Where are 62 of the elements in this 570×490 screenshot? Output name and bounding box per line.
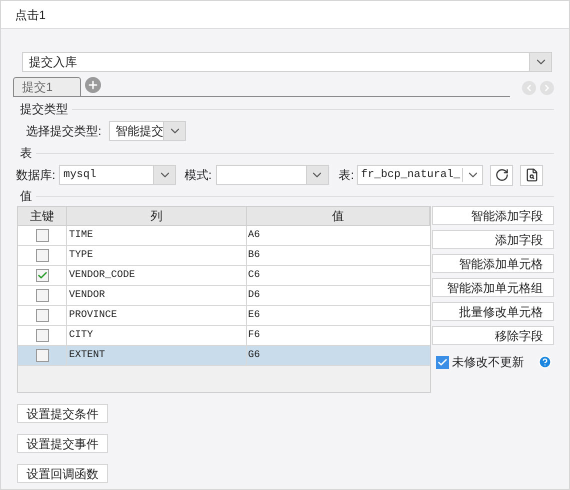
database-dropdown[interactable]: mysql [59,165,176,185]
column-header: 值 [247,207,430,225]
action-button[interactable]: 智能添加单元格组 [432,278,554,297]
preview-button[interactable] [520,164,544,186]
checkbox[interactable] [36,249,48,262]
refresh-button[interactable] [490,164,514,186]
section-heading: 提交类型 [20,101,68,118]
table-row[interactable]: VENDOR_CODE C6 [18,266,430,286]
checkbox[interactable] [36,289,48,302]
checkbox[interactable] [36,229,48,242]
checkbox[interactable] [36,309,48,322]
column-header: 主键 [18,207,67,225]
table-cell-text: G6 [247,349,262,363]
file-search-icon [524,168,539,182]
tab[interactable]: 提交1 [13,77,81,96]
table-cell: PROVINCE [67,306,247,325]
action-button[interactable]: 添加字段 [432,230,554,249]
action-button[interactable]: 智能添加单元格 [432,254,554,273]
checkbox[interactable] [36,269,48,282]
table-cell: EXTENT [67,346,247,365]
checkbox[interactable] [36,349,48,362]
table-cell: VENDOR_CODE [67,266,247,285]
field-label: 表: [338,167,354,184]
field-label: 选择提交类型: [26,123,102,140]
table-row[interactable]: VENDOR D6 [18,286,430,306]
column-header: 列 [67,207,247,225]
action-button[interactable]: 批量修改单元格 [432,302,554,321]
submit-type-dropdown[interactable]: 智能提交 [109,121,186,141]
table-cell: TYPE [67,246,247,265]
table-cell: VENDOR [67,286,247,305]
add-tab-icon[interactable] [85,77,101,93]
section-heading: 值 [20,188,32,205]
settings-button[interactable]: 设置提交事件 [17,434,108,453]
table-cell-text: B6 [247,249,262,263]
checkbox-label: 未修改不更新 [452,354,524,371]
schema-dropdown[interactable] [216,165,329,185]
table-row[interactable]: EXTENT G6 [18,346,430,366]
table-cell-text: E6 [247,309,262,323]
settings-button[interactable]: 设置提交条件 [17,404,108,423]
table-row[interactable]: TIME A6 [18,226,430,246]
table-cell: CITY [67,326,247,345]
action-dropdown[interactable]: 提交入库 [22,52,552,72]
refresh-icon [494,168,509,182]
table-cell-text: F6 [247,329,262,343]
section-heading: 表 [20,145,32,162]
field-label: 模式: [184,167,212,184]
checkbox[interactable] [436,356,450,368]
table-row[interactable]: PROVINCE E6 [18,306,430,326]
help-icon[interactable] [538,355,552,369]
settings-button[interactable]: 设置回调函数 [17,464,108,483]
table-cell-text: D6 [247,289,262,303]
table-cell-text: A6 [247,229,262,243]
table-row[interactable]: CITY F6 [18,326,430,346]
field-label: 数据库: [16,167,56,184]
checkbox[interactable] [36,329,48,342]
window-title: 点击1 [15,6,46,24]
action-button[interactable]: 智能添加字段 [432,206,554,225]
table-dropdown[interactable]: fr_bcp_natural_ [357,165,484,185]
table-cell-text: C6 [247,269,262,283]
action-button[interactable]: 移除字段 [432,326,554,345]
table-cell: TIME [67,226,247,245]
table-row[interactable]: TYPE B6 [18,246,430,266]
